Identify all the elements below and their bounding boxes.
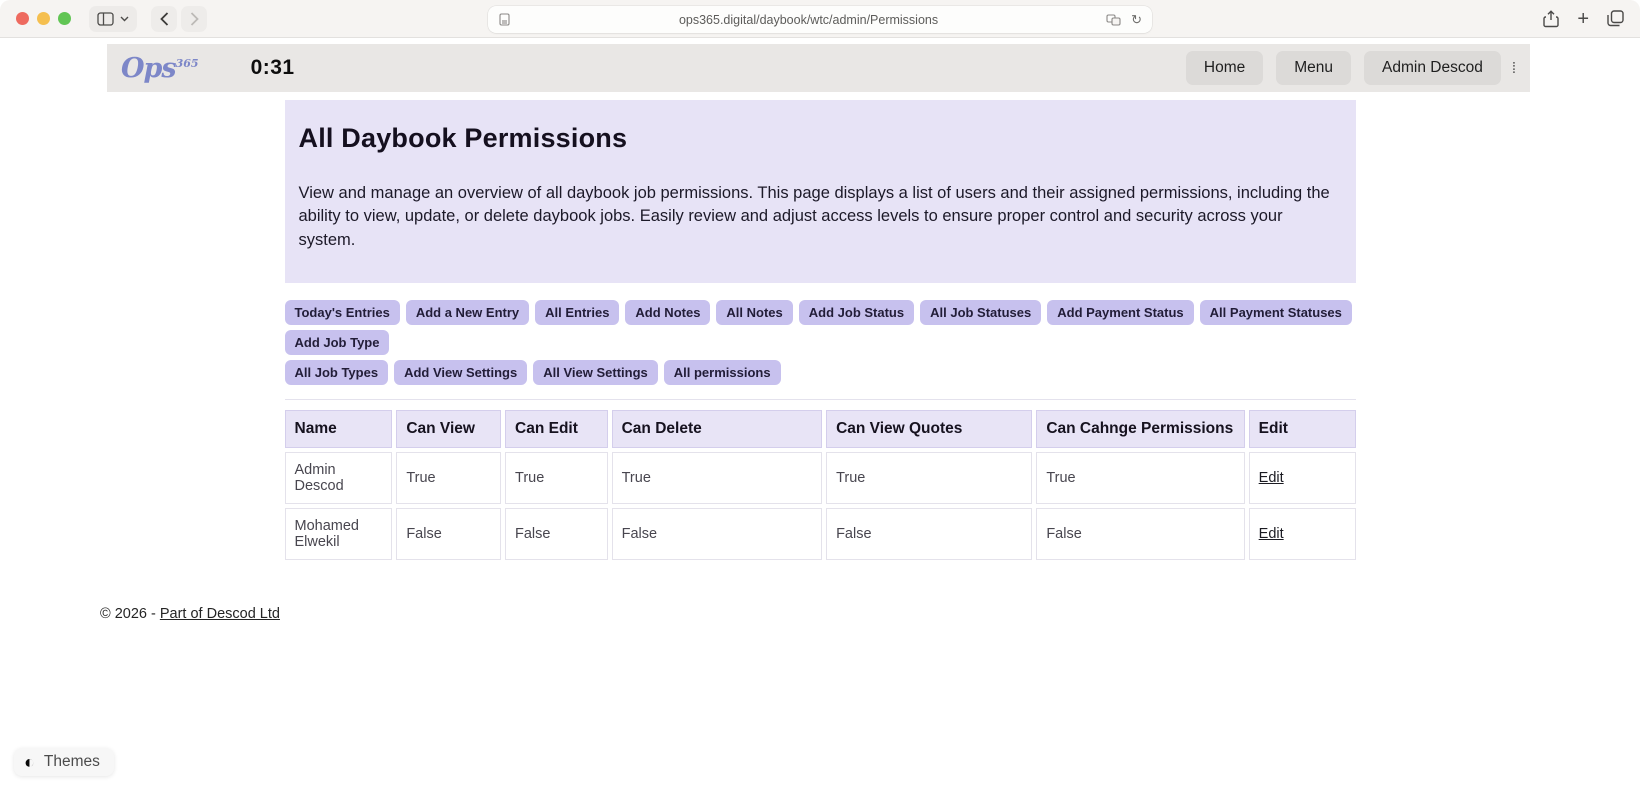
footer: © 2026 - Part of Descod Ltd	[100, 606, 1640, 622]
edit-link[interactable]: Edit	[1259, 526, 1284, 542]
action-buttons: Today's Entries Add a New Entry All Entr…	[284, 300, 1356, 386]
cell-can-change-permissions: True	[1036, 452, 1245, 505]
cell-can-view-quotes: False	[826, 508, 1033, 561]
col-can-edit: Can Edit	[505, 410, 608, 449]
intro-panel: All Daybook Permissions View and manage …	[284, 100, 1356, 284]
table-row: Admin Descod True True True True True Ed…	[284, 452, 1356, 505]
main-content: All Daybook Permissions View and manage …	[284, 100, 1356, 564]
ops365-logo[interactable]: Ops365	[121, 55, 199, 82]
page-title: All Daybook Permissions	[298, 123, 628, 153]
site-header: Ops365 0:31 Home Menu Admin Descod ⁞	[107, 44, 1530, 92]
permissions-table: Name Can View Can Edit Can Delete Can Vi…	[281, 406, 1360, 564]
action-add-job-status[interactable]: Add Job Status	[798, 300, 915, 326]
zoom-window-button[interactable]	[58, 12, 71, 25]
forward-button[interactable]	[181, 6, 207, 32]
table-row: Mohamed Elwekil False False False False …	[284, 508, 1356, 561]
site-nav: Home Menu Admin Descod ⁞	[1185, 51, 1516, 85]
col-edit: Edit	[1248, 410, 1356, 449]
action-all-view-settings[interactable]: All View Settings	[533, 360, 658, 386]
nav-menu-button[interactable]: Menu	[1276, 51, 1352, 85]
new-tab-icon[interactable]: +	[1577, 9, 1589, 29]
cell-name: Mohamed Elwekil	[284, 508, 393, 561]
window-controls	[16, 12, 71, 25]
action-all-entries[interactable]: All Entries	[535, 300, 620, 326]
action-all-job-types[interactable]: All Job Types	[284, 360, 389, 386]
col-can-change-permissions: Can Cahnge Permissions	[1036, 410, 1245, 449]
translate-icon[interactable]	[1106, 13, 1121, 26]
copyright-text: © 2026 -	[100, 606, 160, 623]
page-description: View and manage an overview of all daybo…	[298, 184, 1330, 249]
col-can-delete: Can Delete	[611, 410, 823, 449]
action-add-view-settings[interactable]: Add View Settings	[394, 360, 528, 386]
back-button[interactable]	[151, 6, 177, 32]
action-all-permissions[interactable]: All permissions	[663, 360, 781, 386]
col-name: Name	[284, 410, 393, 449]
sidebar-toggle-button[interactable]	[89, 6, 137, 32]
browser-toolbar: ops365.digital/daybook/wtc/admin/Permiss…	[0, 0, 1640, 38]
themes-label: Themes	[43, 753, 100, 770]
tab-overview-icon[interactable]	[1607, 10, 1624, 27]
overflow-dots-icon[interactable]: ⁞	[1512, 61, 1516, 76]
footer-link[interactable]: Part of Descod Ltd	[160, 606, 280, 622]
address-bar[interactable]: ops365.digital/daybook/wtc/admin/Permiss…	[488, 6, 1152, 33]
cell-can-view: False	[396, 508, 502, 561]
chevron-down-icon	[120, 16, 129, 22]
col-can-view-quotes: Can View Quotes	[826, 410, 1033, 449]
nav-home-button[interactable]: Home	[1185, 51, 1264, 85]
cell-name: Admin Descod	[284, 452, 393, 505]
action-add-new-entry[interactable]: Add a New Entry	[405, 300, 530, 326]
cell-can-edit: True	[505, 452, 608, 505]
cell-can-delete: False	[611, 508, 823, 561]
reload-icon[interactable]: ↻	[1131, 12, 1142, 28]
themes-button[interactable]: ◐ Themes	[14, 748, 114, 776]
close-window-button[interactable]	[16, 12, 29, 25]
sidebar-icon	[97, 11, 114, 26]
divider	[284, 399, 1356, 401]
table-header-row: Name Can View Can Edit Can Delete Can Vi…	[284, 410, 1356, 449]
cell-can-change-permissions: False	[1036, 508, 1245, 561]
theme-toggle-icon: ◐	[24, 752, 35, 772]
session-timer: 0:31	[250, 56, 295, 79]
nav-user-button[interactable]: Admin Descod	[1364, 51, 1501, 85]
reader-icon[interactable]	[498, 13, 511, 26]
minimize-window-button[interactable]	[37, 12, 50, 25]
action-todays-entries[interactable]: Today's Entries	[284, 300, 400, 326]
cell-can-view: True	[396, 452, 502, 505]
edit-link[interactable]: Edit	[1259, 470, 1284, 486]
url-text[interactable]: ops365.digital/daybook/wtc/admin/Permiss…	[511, 13, 1106, 27]
share-icon[interactable]	[1543, 9, 1560, 28]
cell-can-edit: False	[505, 508, 608, 561]
action-add-payment-status[interactable]: Add Payment Status	[1047, 300, 1194, 326]
action-all-job-statuses[interactable]: All Job Statuses	[920, 300, 1042, 326]
col-can-view: Can View	[396, 410, 502, 449]
action-add-job-type[interactable]: Add Job Type	[284, 330, 390, 356]
cell-can-delete: True	[611, 452, 823, 505]
cell-can-view-quotes: True	[826, 452, 1033, 505]
action-all-notes[interactable]: All Notes	[716, 300, 793, 326]
action-add-notes[interactable]: Add Notes	[625, 300, 711, 326]
action-all-payment-statuses[interactable]: All Payment Statuses	[1199, 300, 1352, 326]
